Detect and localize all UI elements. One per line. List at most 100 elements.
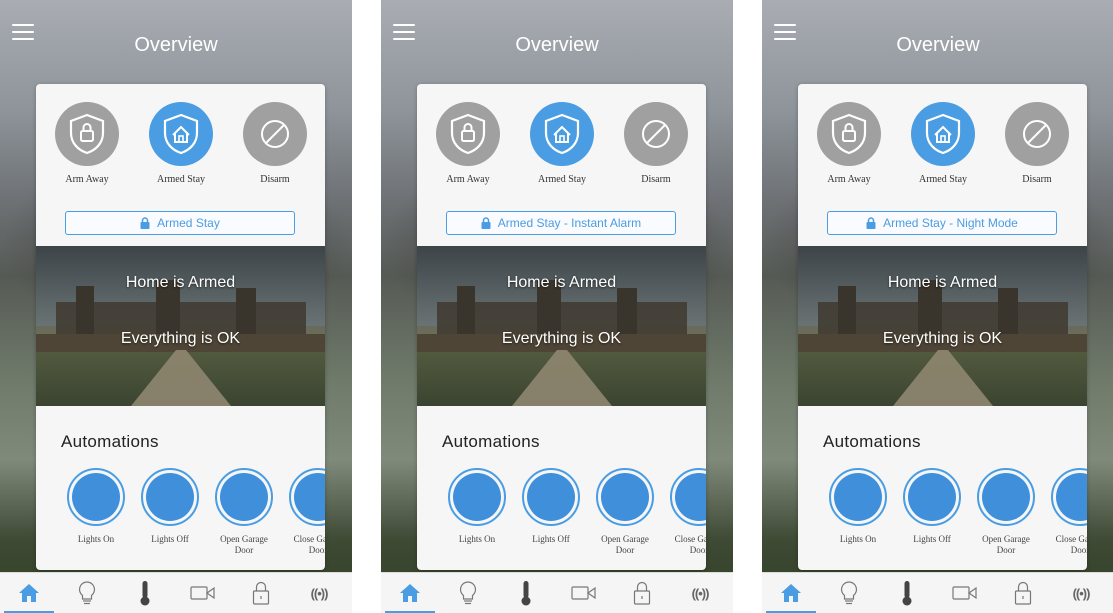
automation-icon <box>1051 468 1087 526</box>
automation-icon <box>670 468 706 526</box>
phone-screen-1: Overview Arm Away Armed Stay Disarm Arme… <box>0 0 352 613</box>
automation-icon <box>903 468 961 526</box>
automation-open-garage[interactable]: Open Garage Door <box>974 468 1038 556</box>
armed-stay-button[interactable]: Armed Stay <box>517 102 607 185</box>
lock-icon <box>140 217 150 229</box>
arm-away-button[interactable]: Arm Away <box>42 102 132 185</box>
tab-home[interactable] <box>0 573 58 613</box>
phone-screen-3: Overview Arm Away Armed Stay Disarm Arme… <box>762 0 1113 613</box>
automation-lights-on[interactable]: Lights On <box>64 468 128 545</box>
arming-status-button[interactable]: Armed Stay - Night Mode <box>827 211 1057 235</box>
automations-list: Lights On Lights Off Open Garage Door Cl… <box>36 468 325 568</box>
automation-label: Lights On <box>77 534 115 544</box>
home-icon <box>781 584 801 602</box>
armed-stay-label: Armed Stay <box>918 174 968 185</box>
automation-label: Lights On <box>458 534 496 544</box>
tab-locks[interactable] <box>613 573 671 613</box>
tab-sensors[interactable]: ((•)) <box>1052 573 1110 613</box>
automation-lights-on[interactable]: Lights On <box>445 468 509 545</box>
automations-list: Lights On Lights Off Open Garage Door Cl… <box>417 468 706 568</box>
automation-icon <box>215 468 273 526</box>
tab-home[interactable] <box>762 573 820 613</box>
tab-cameras[interactable] <box>936 573 994 613</box>
tab-locks[interactable] <box>994 573 1052 613</box>
arm-away-label: Arm Away <box>446 174 490 185</box>
arming-status-label: Armed Stay - Instant Alarm <box>497 216 642 230</box>
automation-label: Open Garage Door <box>982 534 1030 555</box>
disarm-button[interactable]: Disarm <box>611 102 701 185</box>
lock-icon <box>481 217 491 229</box>
arming-status-button[interactable]: Armed Stay <box>65 211 295 235</box>
arming-status-label: Armed Stay - Night Mode <box>883 216 1018 230</box>
arming-status-label: Armed Stay <box>157 216 220 230</box>
lock-icon <box>252 581 270 605</box>
automation-lights-on[interactable]: Lights On <box>826 468 890 545</box>
disarm-icon <box>1005 102 1069 166</box>
shield-home-icon <box>149 102 213 166</box>
tab-cameras[interactable] <box>555 573 613 613</box>
armed-stay-button[interactable]: Armed Stay <box>136 102 226 185</box>
automation-label: Open Garage Door <box>220 534 268 555</box>
tab-cameras[interactable] <box>174 573 232 613</box>
tab-lights[interactable] <box>820 573 878 613</box>
lightbulb-icon <box>78 581 96 605</box>
tab-sensors[interactable]: ((•)) <box>290 573 348 613</box>
thermometer-icon <box>521 581 531 606</box>
tab-lights[interactable] <box>439 573 497 613</box>
page-title: Overview <box>134 34 218 56</box>
automation-icon <box>141 468 199 526</box>
arm-away-label: Arm Away <box>827 174 871 185</box>
automation-open-garage[interactable]: Open Garage Door <box>593 468 657 556</box>
sensor-icon: ((•)) <box>310 585 329 601</box>
disarm-button[interactable]: Disarm <box>992 102 1082 185</box>
arming-status-button[interactable]: Armed Stay - Instant Alarm <box>446 211 676 235</box>
shield-home-icon <box>530 102 594 166</box>
tab-thermostat[interactable] <box>497 573 555 613</box>
disarm-icon <box>624 102 688 166</box>
automation-icon <box>67 468 125 526</box>
armed-stay-label: Armed Stay <box>156 174 206 185</box>
shield-lock-icon <box>55 102 119 166</box>
automation-lights-off[interactable]: Lights Off <box>138 468 202 545</box>
shield-home-icon <box>911 102 975 166</box>
automation-lights-off[interactable]: Lights Off <box>900 468 964 545</box>
automation-label: Lights On <box>839 534 877 544</box>
thermometer-icon <box>902 581 912 606</box>
lightbulb-icon <box>840 581 858 605</box>
camera-icon <box>190 586 215 600</box>
home-status-banner: Home is Armed Everything is OK <box>36 246 325 406</box>
tab-thermostat[interactable] <box>878 573 936 613</box>
automations-heading: Automations <box>823 432 921 451</box>
disarm-label: Disarm <box>641 174 671 185</box>
tab-lights[interactable] <box>58 573 116 613</box>
automation-open-garage[interactable]: Open Garage Door <box>212 468 276 556</box>
automations-heading: Automations <box>442 432 540 451</box>
automation-label: Open Garage Door <box>601 534 649 555</box>
automation-close-garage[interactable]: Close Garage Door <box>667 468 706 556</box>
home-armed-text: Home is Armed <box>887 274 998 291</box>
arm-away-button[interactable]: Arm Away <box>804 102 894 185</box>
everything-ok-text: Everything is OK <box>882 330 1003 347</box>
tab-sensors[interactable]: ((•)) <box>671 573 729 613</box>
arming-modes: Arm Away Armed Stay Disarm <box>417 102 706 202</box>
disarm-button[interactable]: Disarm <box>230 102 320 185</box>
arm-away-button[interactable]: Arm Away <box>423 102 513 185</box>
shield-lock-icon <box>817 102 881 166</box>
home-icon <box>19 584 39 602</box>
home-armed-text: Home is Armed <box>125 274 236 291</box>
automation-lights-off[interactable]: Lights Off <box>519 468 583 545</box>
tab-locks[interactable] <box>232 573 290 613</box>
thermometer-icon <box>140 581 150 606</box>
automation-close-garage[interactable]: Close Garage Door <box>286 468 325 556</box>
tab-home[interactable] <box>381 573 439 613</box>
tab-thermostat[interactable] <box>116 573 174 613</box>
armed-stay-button[interactable]: Armed Stay <box>898 102 988 185</box>
automation-close-garage[interactable]: Close Garage Door <box>1048 468 1087 556</box>
bottom-tab-bar: ((•)) <box>381 572 733 613</box>
armed-stay-label: Armed Stay <box>537 174 587 185</box>
sensor-icon: ((•)) <box>691 585 710 601</box>
page-title: Overview <box>896 34 980 56</box>
automation-icon <box>596 468 654 526</box>
phone-screen-2: Overview Arm Away Armed Stay Disarm Arme… <box>381 0 733 613</box>
camera-icon <box>952 586 977 600</box>
